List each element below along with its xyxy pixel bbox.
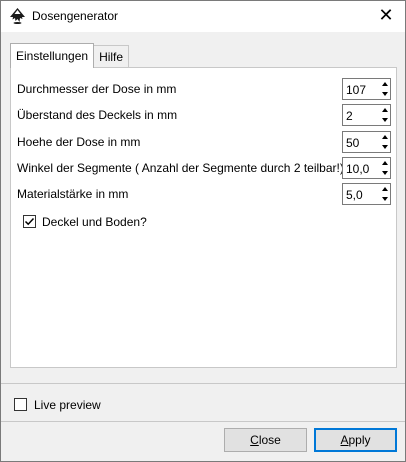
lid-and-bottom-label[interactable]: Deckel und Boden? [42,215,147,229]
height-label: Hoehe der Dose in mm [17,135,141,149]
arrow-up-icon [381,82,388,86]
separator [1,421,405,422]
material-thickness-value: 5,0 [346,188,363,202]
arrow-down-icon [381,92,388,96]
material-thickness-increment-button[interactable] [379,184,390,194]
lid-overhang-decrement-button[interactable] [379,115,390,125]
height-spinbox[interactable]: 50 [342,131,391,153]
diameter-label: Durchmesser der Dose in mm [17,82,177,96]
close-button[interactable]: Close [224,428,307,452]
segment-angle-value: 10,0 [346,162,370,176]
height-value: 50 [346,136,360,150]
material-thickness-spinbox[interactable]: 5,0 [342,183,391,205]
lid-overhang-increment-button[interactable] [379,105,390,115]
diameter-spinbox[interactable]: 107 [342,78,391,100]
height-increment-button[interactable] [379,132,390,142]
lid-overhang-row: Überstand des Deckels in mm 2 [17,104,391,126]
segment-angle-row: Winkel der Segmente ( Anzahl der Segment… [17,157,391,179]
tab-hilfe[interactable]: Hilfe [94,45,130,68]
lid-and-bottom-checkbox[interactable] [23,215,36,228]
height-row: Hoehe der Dose in mm 50 [17,131,391,153]
inkscape-logo-icon [9,8,26,24]
lid-overhang-value: 2 [346,109,353,123]
segment-angle-spinbox[interactable]: 10,0 [342,157,391,179]
close-mnemonic: C [250,433,259,447]
arrow-up-icon [381,161,388,165]
height-decrement-button[interactable] [379,142,390,152]
close-icon[interactable]: ✕ [375,5,397,27]
arrow-down-icon [381,171,388,175]
separator [1,383,405,384]
arrow-up-icon [381,187,388,191]
arrow-up-icon [381,135,388,139]
segment-angle-decrement-button[interactable] [379,168,390,178]
close-label-rest: lose [258,433,281,447]
arrow-up-icon [381,108,388,112]
material-thickness-decrement-button[interactable] [379,194,390,204]
material-thickness-label: Materialstärke in mm [17,187,129,201]
lid-overhang-spinbox[interactable]: 2 [342,104,391,126]
diameter-decrement-button[interactable] [379,89,390,99]
diameter-increment-button[interactable] [379,79,390,89]
diameter-value: 107 [346,83,367,97]
live-preview-checkbox[interactable] [14,398,27,411]
segment-angle-increment-button[interactable] [379,158,390,168]
segment-angle-label: Winkel der Segmente ( Anzahl der Segment… [17,161,344,175]
apply-mnemonic: A [340,433,349,447]
tab-strip: Einstellungen Hilfe [10,43,130,68]
arrow-down-icon [381,197,388,201]
checkmark-icon [24,217,35,226]
window-title: Dosengenerator [32,9,119,23]
title-bar[interactable]: Dosengenerator ✕ [1,1,405,32]
lid-overhang-label: Überstand des Deckels in mm [17,108,178,122]
live-preview-label[interactable]: Live preview [34,398,101,412]
dialog-window: Dosengenerator ✕ Einstellungen Hilfe Dur… [0,0,406,462]
settings-panel: Durchmesser der Dose in mm 107 Überstand… [10,67,397,368]
arrow-down-icon [381,118,388,122]
apply-label-rest: pply [348,433,371,447]
apply-button[interactable]: Apply [314,428,397,452]
material-thickness-row: Materialstärke in mm 5,0 [17,183,391,205]
tab-einstellungen[interactable]: Einstellungen [10,43,95,68]
diameter-row: Durchmesser der Dose in mm 107 [17,78,391,100]
arrow-down-icon [381,145,388,149]
